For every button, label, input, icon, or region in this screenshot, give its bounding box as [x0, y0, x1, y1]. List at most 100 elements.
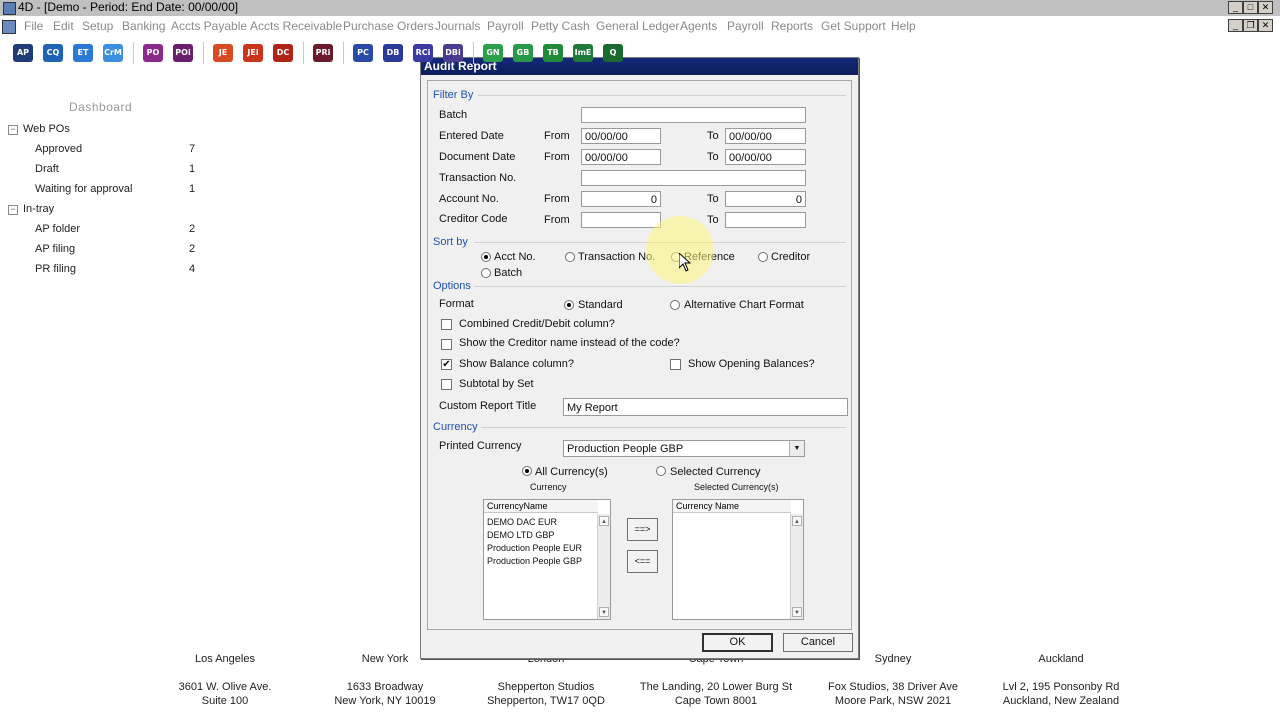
menu-item-12[interactable]: Payroll [727, 19, 764, 33]
chevron-down-icon[interactable]: ▼ [789, 441, 804, 456]
show-balance-label[interactable]: Show Balance column? [459, 358, 574, 370]
tree-item-label[interactable]: Draft [35, 163, 59, 175]
sort-transaction-label[interactable]: Transaction No. [578, 251, 655, 263]
tree-item-label[interactable]: Approved [35, 143, 82, 155]
printed-currency-select[interactable]: Production People GBP ▼ [563, 440, 805, 457]
currency-list-item[interactable]: Production People EUR [487, 543, 582, 553]
scroll-down-icon[interactable]: ▼ [599, 607, 609, 617]
toolbar-button-18[interactable]: Q [603, 44, 623, 62]
window-title-bar[interactable]: 4D - [Demo - Period: End Date: 00/00/00]… [0, 0, 1280, 16]
menu-item-11[interactable]: Agents [680, 19, 717, 33]
account-from-input[interactable]: 0 [581, 191, 661, 207]
menu-item-2[interactable]: Setup [82, 19, 113, 33]
tree-item-label[interactable]: AP folder [35, 223, 80, 235]
toolbar-button-5[interactable]: POi [173, 44, 193, 62]
creditor-from-input[interactable] [581, 212, 661, 228]
toolbar-button-7[interactable]: JEi [243, 44, 263, 62]
menu-item-1[interactable]: Edit [53, 19, 74, 33]
selected-list-scrollbar[interactable]: ▲ ▼ [790, 514, 803, 619]
selected-currency-list[interactable]: Currency Name ▲ ▼ [672, 499, 804, 620]
menu-item-13[interactable]: Reports [771, 19, 813, 33]
toolbar-button-10[interactable]: PC [353, 44, 373, 62]
toolbar-button-17[interactable]: ImE [573, 44, 593, 62]
entered-to-input[interactable]: 00/00/00 [725, 128, 806, 144]
account-to-input[interactable]: 0 [725, 191, 806, 207]
toolbar-button-12[interactable]: RCi [413, 44, 433, 62]
show-creditor-name-label[interactable]: Show the Creditor name instead of the co… [459, 337, 680, 349]
ok-button[interactable]: OK [702, 633, 773, 652]
tree-item-label[interactable]: PR filing [35, 263, 76, 275]
selected-currency-label[interactable]: Selected Currency [670, 466, 761, 478]
scroll-down-icon[interactable]: ▼ [792, 607, 802, 617]
toolbar-button-13[interactable]: DBi [443, 44, 463, 62]
toolbar-button-8[interactable]: DC [273, 44, 293, 62]
toolbar-button-14[interactable]: GN [483, 44, 503, 62]
menu-item-10[interactable]: General Ledger [596, 19, 679, 33]
show-opening-checkbox[interactable] [670, 359, 681, 370]
sort-batch-radio[interactable] [481, 268, 491, 278]
toolbar-button-1[interactable]: CQ [43, 44, 63, 62]
format-alt-radio[interactable] [670, 300, 680, 310]
menu-item-7[interactable]: Journals [435, 19, 480, 33]
tree-collapse-icon[interactable]: − [8, 205, 18, 215]
currency-list-header[interactable]: CurrencyName [484, 500, 598, 513]
currency-list[interactable]: CurrencyName DEMO DAC EUR DEMO LTD GBP Pro… [483, 499, 611, 620]
menu-item-0[interactable]: File [24, 19, 43, 33]
menu-item-4[interactable]: Accts Payable [171, 19, 247, 33]
menu-item-5[interactable]: Accts Receivable [250, 19, 342, 33]
sort-creditor-radio[interactable] [758, 252, 768, 262]
custom-title-input[interactable]: My Report [563, 398, 848, 416]
close-icon[interactable]: ✕ [1258, 1, 1273, 14]
minimize-icon[interactable]: _ [1228, 1, 1243, 14]
tree-group-label[interactable]: In-tray [23, 203, 54, 215]
cancel-button[interactable]: Cancel [783, 633, 853, 652]
scroll-up-icon[interactable]: ▲ [599, 516, 609, 526]
combined-checkbox[interactable] [441, 319, 452, 330]
entered-from-input[interactable]: 00/00/00 [581, 128, 661, 144]
child-restore-icon[interactable]: ❐ [1243, 19, 1258, 32]
format-standard-label[interactable]: Standard [578, 299, 623, 311]
subtotal-label[interactable]: Subtotal by Set [459, 378, 534, 390]
currency-list-item[interactable]: DEMO DAC EUR [487, 517, 557, 527]
sort-creditor-label[interactable]: Creditor [771, 251, 810, 263]
toolbar-button-6[interactable]: JE [213, 44, 233, 62]
selected-list-header[interactable]: Currency Name [673, 500, 791, 513]
tree-item-label[interactable]: AP filing [35, 243, 75, 255]
all-currency-label[interactable]: All Currency(s) [535, 466, 608, 478]
toolbar-button-9[interactable]: PRi [313, 44, 333, 62]
toolbar-button-15[interactable]: GB [513, 44, 533, 62]
transaction-input[interactable] [581, 170, 806, 186]
app-icon[interactable] [3, 2, 16, 15]
currency-list-item[interactable]: DEMO LTD GBP [487, 530, 554, 540]
document-icon[interactable] [2, 20, 16, 34]
toolbar-button-16[interactable]: TB [543, 44, 563, 62]
show-balance-checkbox[interactable]: ✔ [441, 359, 452, 370]
document-to-input[interactable]: 00/00/00 [725, 149, 806, 165]
document-from-input[interactable]: 00/00/00 [581, 149, 661, 165]
toolbar-button-11[interactable]: DB [383, 44, 403, 62]
selected-currency-radio[interactable] [656, 466, 666, 476]
currency-list-scrollbar[interactable]: ▲ ▼ [597, 514, 610, 619]
show-creditor-name-checkbox[interactable] [441, 339, 452, 350]
sort-transaction-radio[interactable] [565, 252, 575, 262]
tree-item-label[interactable]: Waiting for approval [35, 183, 132, 195]
menu-item-8[interactable]: Payroll [487, 19, 524, 33]
toolbar-button-3[interactable]: CrM [103, 44, 123, 62]
format-standard-radio[interactable] [564, 300, 574, 310]
menu-item-9[interactable]: Petty Cash [531, 19, 590, 33]
format-alt-label[interactable]: Alternative Chart Format [684, 299, 804, 311]
toolbar-button-2[interactable]: ET [73, 44, 93, 62]
toolbar-button-0[interactable]: AP [13, 44, 33, 62]
menu-item-6[interactable]: Purchase Orders [343, 19, 434, 33]
combined-label[interactable]: Combined Credit/Debit column? [459, 318, 615, 330]
child-minimize-icon[interactable]: _ [1228, 19, 1243, 32]
menu-item-3[interactable]: Banking [122, 19, 165, 33]
all-currency-radio[interactable] [522, 466, 532, 476]
toolbar-button-4[interactable]: PO [143, 44, 163, 62]
currency-list-item[interactable]: Production People GBP [487, 556, 582, 566]
subtotal-checkbox[interactable] [441, 379, 452, 390]
add-currency-button[interactable]: ==> [627, 518, 658, 541]
tree-group-label[interactable]: Web POs [23, 123, 70, 135]
tree-collapse-icon[interactable]: − [8, 125, 18, 135]
creditor-to-input[interactable] [725, 212, 806, 228]
